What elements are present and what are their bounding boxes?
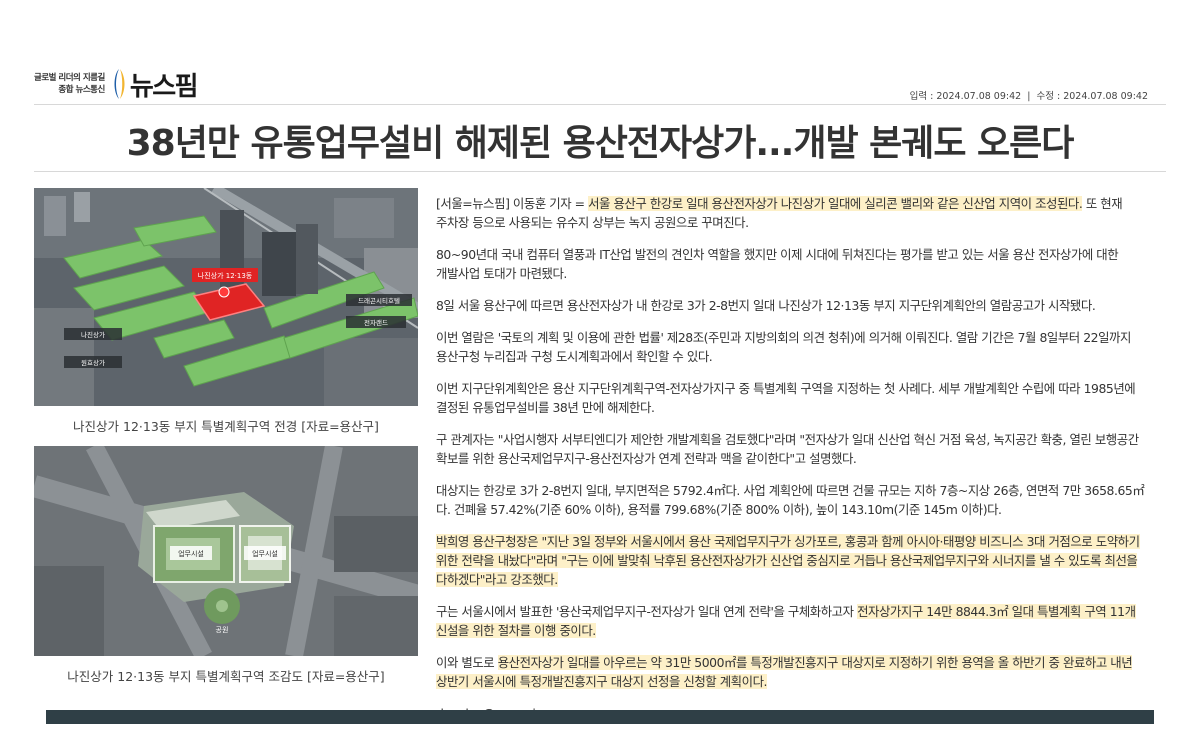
paragraph-2: 80~90년대 국내 컴퓨터 열풍과 IT산업 발전의 견인차 역할을 했지만 … — [436, 247, 1119, 281]
logo-tagline: 글로벌 리더의 지름길 종합 뉴스통신 — [34, 72, 105, 96]
footer-bar — [46, 710, 1154, 724]
paragraph-10-highlight: 용산전자상가 일대를 아우르는 약 31만 5000㎡를 특정개발진흥지구 대상… — [436, 655, 1133, 689]
headline: 38년만 유통업무설비 해제된 용산전자상가...개발 본궤도 오른다 — [126, 123, 1075, 164]
paragraph-10-lead: 이와 별도로 — [436, 655, 498, 670]
hotel-label: 드래곤시티호텔 — [358, 296, 400, 305]
logo-name: 뉴스핌 — [129, 71, 199, 102]
input-date: 입력 : 2024.07.08 09:42 — [909, 91, 1022, 102]
park-label: 공원 — [216, 625, 229, 634]
headline-divider — [34, 171, 1166, 172]
paragraph-8: 박희영 용산구청장은 "지난 3일 정부와 서울시에서 용산 국제업무지구가 싱… — [436, 532, 1156, 589]
article-body: [서울=뉴스핌] 이동훈 기자 = 서울 용산구 한강로 일대 용산전자상가 나… — [436, 194, 1156, 736]
paragraph-10: 이와 별도로 용산전자상가 일대를 아우르는 약 31만 5000㎡를 특정개발… — [436, 653, 1156, 691]
article-dates: 입력 : 2024.07.08 09:42 | 수정 : 2024.07.08 … — [910, 88, 1148, 102]
newspim-logo[interactable]: 글로벌 리더의 지름길 종합 뉴스통신 뉴스핌 — [34, 64, 199, 104]
wonhyo-label: 원효상가 — [81, 358, 105, 367]
paragraph-4: 이번 열람은 '국토의 계획 및 이용에 관한 법률' 제28조(주민과 지방의… — [436, 330, 1131, 364]
paragraph-9-lead: 구는 서울시에서 발표한 '용산국제업무지구-전자상가 일대 연계 전략'을 구… — [436, 604, 858, 619]
aerial-photo[interactable]: 나진상가 12·13동 드래곤시티호텔 나진상가 원효상가 전자랜드 — [34, 188, 418, 406]
header-divider — [34, 104, 1166, 105]
rendering-photo[interactable]: 업무시설 업무시설 공원 — [34, 446, 418, 656]
site-tag-label: 나진상가 12·13동 — [198, 271, 253, 280]
paragraph-1-highlight: 서울 용산구 한강로 일대 용산전자상가 나진상가 일대에 실리콘 밸리와 같은… — [588, 196, 1083, 211]
office-a-label: 업무시설 — [178, 550, 204, 558]
paragraph-9: 구는 서울시에서 발표한 '용산국제업무지구-전자상가 일대 연계 전략'을 구… — [436, 602, 1156, 640]
paragraph-5: 이번 지구단위계획안은 용산 지구단위계획구역-전자상가지구 중 특별계획 구역… — [436, 381, 1136, 415]
modified-date: 수정 : 2024.07.08 09:42 — [1036, 91, 1148, 102]
logo-tagline-line-1: 글로벌 리더의 지름길 — [34, 73, 105, 83]
najin-label: 나진상가 — [81, 330, 105, 339]
electroland-label: 전자랜드 — [364, 318, 388, 327]
photo-2-caption: 나진상가 12·13동 부지 특별계획구역 조감도 [자료=용산구] — [67, 669, 385, 684]
paragraph-6: 구 관계자는 "사업시행자 서부티엔디가 제안한 개발계획을 검토했다"라며 "… — [436, 432, 1139, 466]
office-b-label: 업무시설 — [252, 550, 278, 558]
paragraph-3: 8일 서울 용산구에 따르면 용산전자상가 내 한강로 3가 2-8번지 일대 … — [436, 298, 1096, 313]
paragraph-8-highlight: 박희영 용산구청장은 "지난 3일 정부와 서울시에서 용산 국제업무지구가 싱… — [436, 534, 1140, 587]
logo-tagline-line-2: 종합 뉴스통신 — [58, 85, 105, 95]
paragraph-7: 대상지는 한강로 3가 2-8번지 일대, 부지면적은 5792.4㎡다. 사업… — [436, 483, 1145, 517]
logo-mark-icon — [111, 67, 127, 101]
paragraph-1: [서울=뉴스핌] 이동훈 기자 = 서울 용산구 한강로 일대 용산전자상가 나… — [436, 194, 1156, 232]
paragraph-1-lead: [서울=뉴스핌] 이동훈 기자 = — [436, 196, 589, 211]
photo-1-caption: 나진상가 12·13동 부지 특별계획구역 전경 [자료=용산구] — [73, 419, 379, 434]
